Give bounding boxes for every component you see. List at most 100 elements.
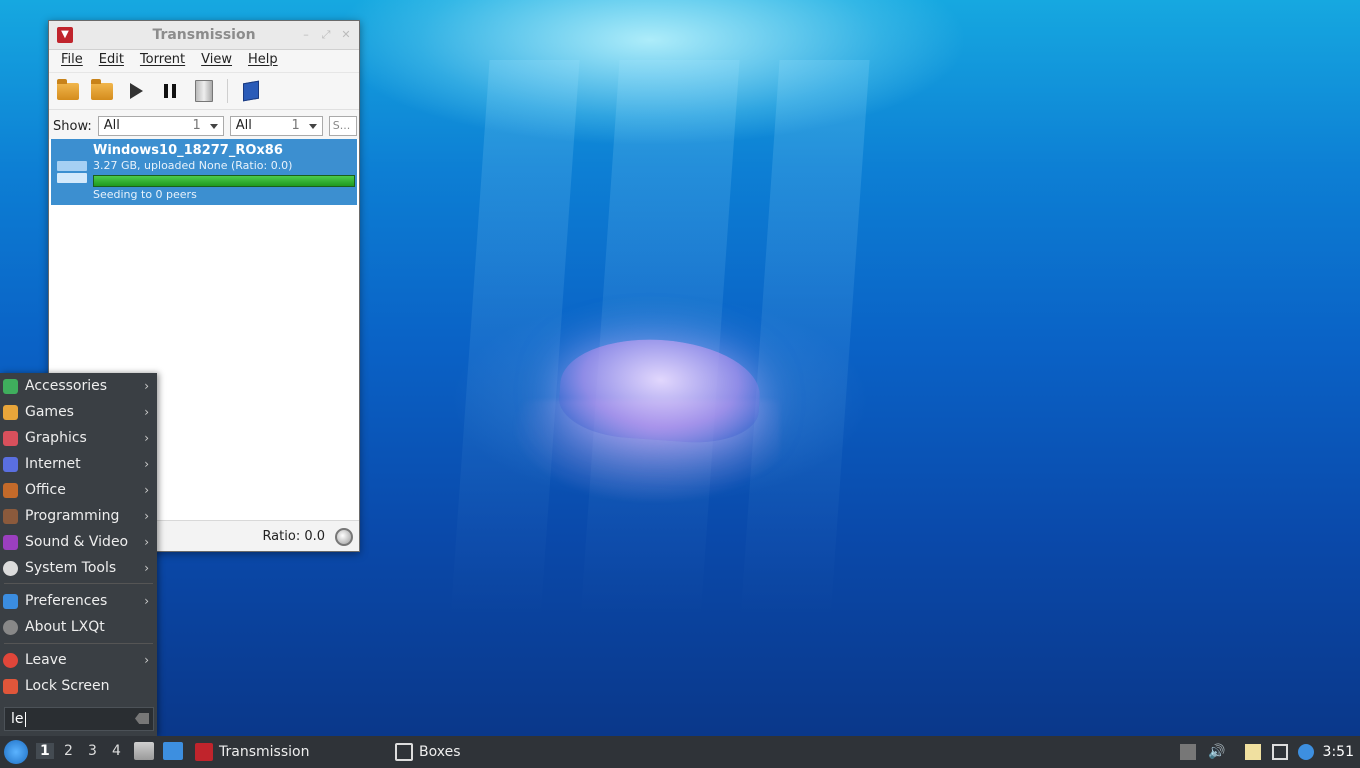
tracker-filter-combo[interactable]: All 1 xyxy=(229,116,323,136)
file-manager-icon[interactable] xyxy=(134,742,154,760)
chevron-right-icon: › xyxy=(144,561,149,575)
torrent-status: Seeding to 0 peers xyxy=(93,188,197,201)
menu-edit[interactable]: Edit xyxy=(91,50,132,72)
pause-icon xyxy=(164,84,176,98)
menu-item-internet[interactable]: Internet › xyxy=(0,451,157,477)
chevron-right-icon: › xyxy=(144,405,149,419)
boxes-icon xyxy=(395,743,413,761)
menu-help[interactable]: Help xyxy=(240,50,286,72)
play-icon xyxy=(129,83,143,99)
task-label: Transmission xyxy=(219,744,310,760)
menu-item-accessories[interactable]: Accessories › xyxy=(0,373,157,399)
folder-icon xyxy=(91,78,113,100)
games-icon xyxy=(3,404,18,420)
lock-icon xyxy=(3,678,18,694)
menu-item-label: Internet xyxy=(25,456,81,472)
chevron-right-icon: › xyxy=(144,431,149,445)
clear-icon[interactable] xyxy=(135,713,149,724)
maximize-icon[interactable]: ⤢ xyxy=(319,28,333,42)
properties-button[interactable] xyxy=(238,78,264,104)
task-boxes[interactable]: Boxes xyxy=(395,740,461,764)
open-torrent-button[interactable] xyxy=(55,78,81,104)
menu-item-programming[interactable]: Programming › xyxy=(0,503,157,529)
tracker-filter-value: All xyxy=(235,118,252,133)
ratio-label: Ratio: 0.0 xyxy=(262,529,325,544)
show-label: Show: xyxy=(53,118,92,134)
desktop-3-button[interactable]: 3 xyxy=(88,743,97,759)
network-icon[interactable] xyxy=(1272,744,1288,760)
menu-bar: File Edit Torrent View Help xyxy=(49,50,359,73)
torrent-name: Windows10_18277_ROx86 xyxy=(93,143,283,158)
chevron-right-icon: › xyxy=(144,457,149,471)
window-titlebar[interactable]: ▼ Transmission – ⤢ ✕ xyxy=(49,21,359,50)
clipboard-icon[interactable] xyxy=(1245,744,1261,760)
torrent-size: 3.27 GB, uploaded None (Ratio: 0.0) xyxy=(93,159,293,172)
activity-filter-value: All xyxy=(103,118,120,133)
menu-separator xyxy=(4,643,153,644)
start-menu-icon[interactable] xyxy=(4,740,28,764)
activity-filter-combo[interactable]: All 1 xyxy=(97,116,224,136)
search-input[interactable]: S... xyxy=(328,116,357,136)
menu-item-sound-video[interactable]: Sound & Video › xyxy=(0,529,157,555)
desktop-2-button[interactable]: 2 xyxy=(64,743,73,759)
sound-video-icon xyxy=(3,534,18,550)
files-icon xyxy=(57,157,87,185)
close-icon[interactable]: ✕ xyxy=(339,28,353,42)
desktop-4-button[interactable]: 4 xyxy=(112,743,121,759)
light-ray xyxy=(740,60,870,620)
task-transmission[interactable]: Transmission xyxy=(195,740,309,764)
notification-icon[interactable] xyxy=(1298,744,1314,760)
system-tools-icon xyxy=(3,560,18,576)
menu-file[interactable]: File xyxy=(53,50,91,72)
trash-icon xyxy=(195,80,213,102)
menu-item-label: Graphics xyxy=(25,430,87,446)
transmission-app-icon xyxy=(195,743,213,761)
remove-button[interactable] xyxy=(191,78,217,104)
filter-bar: Show: All 1 All 1 S... xyxy=(49,110,359,142)
tray-expand-icon[interactable] xyxy=(1180,744,1196,760)
chevron-right-icon: › xyxy=(144,594,149,608)
menu-item-label: Sound & Video xyxy=(25,534,129,550)
light-ray xyxy=(450,60,580,620)
menu-torrent[interactable]: Torrent xyxy=(132,50,193,72)
clock[interactable]: 3:51 xyxy=(1323,744,1354,760)
menu-item-label: About LXQt xyxy=(25,619,105,635)
accessories-icon xyxy=(3,378,18,394)
menu-item-leave[interactable]: Leave › xyxy=(0,647,157,673)
menu-search-input[interactable]: le xyxy=(4,707,154,731)
start-button[interactable] xyxy=(123,78,149,104)
torrent-progress-bar xyxy=(93,175,355,187)
internet-icon xyxy=(3,456,18,472)
folder-icon xyxy=(57,78,79,100)
menu-item-label: Leave xyxy=(25,652,67,668)
leave-icon xyxy=(3,652,18,668)
menu-item-system-tools[interactable]: System Tools › xyxy=(0,555,157,581)
chevron-right-icon: › xyxy=(144,535,149,549)
ratio-icon[interactable] xyxy=(335,528,353,546)
menu-search-value: le xyxy=(11,711,24,727)
desktop-1-button[interactable]: 1 xyxy=(36,743,54,759)
toolbar-separator xyxy=(227,79,228,103)
text-caret xyxy=(25,712,26,727)
show-desktop-icon[interactable] xyxy=(163,742,183,760)
properties-icon xyxy=(243,80,259,102)
volume-icon[interactable]: 🔊 xyxy=(1208,744,1225,760)
menu-item-about-lxqt[interactable]: About LXQt xyxy=(0,614,157,640)
menu-item-games[interactable]: Games › xyxy=(0,399,157,425)
minimize-icon[interactable]: – xyxy=(299,28,313,42)
menu-item-lock-screen[interactable]: Lock Screen xyxy=(0,673,157,699)
activity-filter-count: 1 xyxy=(192,118,201,133)
pause-button[interactable] xyxy=(157,78,183,104)
menu-item-label: Lock Screen xyxy=(25,678,110,694)
task-label: Boxes xyxy=(419,744,461,760)
menu-view[interactable]: View xyxy=(193,50,240,72)
open-url-button[interactable] xyxy=(89,78,115,104)
menu-item-office[interactable]: Office › xyxy=(0,477,157,503)
menu-item-preferences[interactable]: Preferences › xyxy=(0,588,157,614)
menu-item-label: Games xyxy=(25,404,74,420)
menu-item-label: Office xyxy=(25,482,66,498)
graphics-icon xyxy=(3,430,18,446)
about-icon xyxy=(3,619,18,635)
torrent-row[interactable]: Windows10_18277_ROx86 3.27 GB, uploaded … xyxy=(51,139,357,205)
menu-item-graphics[interactable]: Graphics › xyxy=(0,425,157,451)
